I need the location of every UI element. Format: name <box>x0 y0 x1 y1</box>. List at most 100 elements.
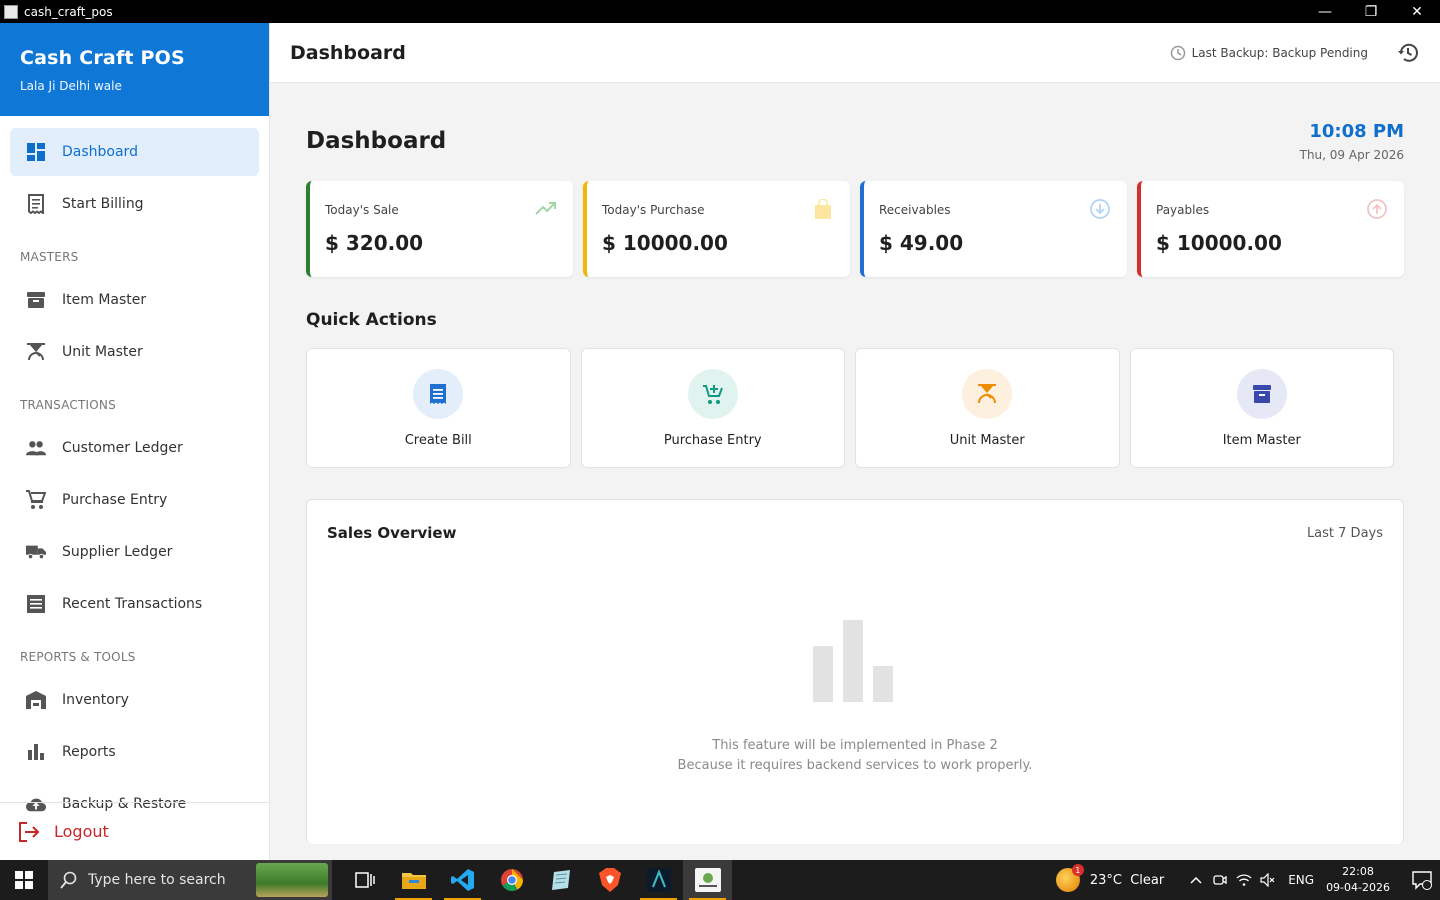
quick-action-create-bill[interactable]: Create Bill <box>306 348 571 468</box>
sales-overview-range: Last 7 Days <box>1306 526 1383 541</box>
taskbar-time: 22:08 <box>1342 865 1374 878</box>
start-button[interactable] <box>0 860 48 900</box>
sidebar-item-reports[interactable]: Reports <box>10 728 259 776</box>
current-date: Thu, 09 Apr 2026 <box>1299 148 1404 162</box>
sidebar-item-dashboard[interactable]: Dashboard <box>10 128 259 176</box>
quick-actions-title: Quick Actions <box>306 310 437 330</box>
weather-icon: 1 <box>1055 864 1084 892</box>
quick-action-unit-master[interactable]: Unit Master <box>855 348 1120 468</box>
sidebar-item-inventory[interactable]: Inventory <box>10 676 259 724</box>
sidebar-item-supplier-ledger[interactable]: Supplier Ledger <box>10 528 259 576</box>
quick-action-label: Item Master <box>1222 433 1301 448</box>
history-icon[interactable] <box>1396 41 1420 65</box>
logout-icon <box>18 821 40 843</box>
sidebar-item-label: Inventory <box>62 692 129 708</box>
sidebar-item-recent-transactions[interactable]: Recent Transactions <box>10 580 259 628</box>
sidebar-item-label: Recent Transactions <box>62 596 203 612</box>
sidebar-item-customer-ledger[interactable]: Customer Ledger <box>10 424 259 472</box>
stat-label: Today's Purchase <box>602 203 705 217</box>
restore-button[interactable]: ❐ <box>1348 0 1394 23</box>
dashboard-title: Dashboard <box>306 128 447 154</box>
archive-icon <box>26 290 46 310</box>
meet-now-icon[interactable] <box>1208 860 1232 900</box>
chevron-up-icon[interactable] <box>1184 860 1208 900</box>
receipt-icon <box>413 369 464 419</box>
sidebar-item-unit-master[interactable]: Unit Master <box>10 328 259 376</box>
bar-chart-placeholder-icon <box>813 620 897 706</box>
quick-action-purchase-entry[interactable]: Purchase Entry <box>580 348 845 468</box>
stat-value: $ 320.00 <box>325 231 424 255</box>
list-icon <box>26 594 46 614</box>
arrow-down-circle-icon <box>1089 198 1111 220</box>
sidebar-item-item-master[interactable]: Item Master <box>10 276 259 324</box>
search-highlight-image <box>256 863 328 897</box>
add-cart-icon <box>687 369 738 419</box>
placeholder-message: This feature will be implemented in Phas… <box>678 736 1033 776</box>
stat-label: Receivables <box>879 203 951 217</box>
quick-action-label: Unit Master <box>949 433 1025 448</box>
main-content: Dashboard 10:08 PM Thu, 09 Apr 2026 Toda… <box>306 83 1404 860</box>
sidebar-section-title: TRANSACTIONS <box>20 398 116 412</box>
bar-chart-icon <box>26 742 46 762</box>
chrome-icon[interactable] <box>487 860 536 900</box>
sidebar-item-label: Item Master <box>62 292 147 308</box>
stat-card-todays-purchase: Today's Purchase $ 10000.00 <box>583 181 850 277</box>
shop-name: Lala Ji Delhi wale <box>20 79 122 93</box>
language-indicator[interactable]: ENG <box>1288 873 1314 887</box>
sidebar-item-label: Purchase Entry <box>62 492 168 508</box>
quick-action-item-master[interactable]: Item Master <box>1129 348 1394 468</box>
stat-label: Today's Sale <box>325 203 399 217</box>
stat-value: $ 10000.00 <box>602 231 728 255</box>
taskbar-apps <box>340 860 732 900</box>
brave-icon[interactable] <box>585 860 634 900</box>
close-button[interactable]: ✕ <box>1394 0 1440 23</box>
backup-status: Last Backup: Backup Pending <box>1170 45 1368 61</box>
sidebar-item-label: Reports <box>62 744 116 760</box>
quick-action-label: Create Bill <box>404 433 472 448</box>
warehouse-icon <box>26 690 46 710</box>
sidebar-section-title: REPORTS & TOOLS <box>20 650 136 664</box>
sidebar-item-start-billing[interactable]: Start Billing <box>10 180 259 228</box>
placeholder-line-1: This feature will be implemented in Phas… <box>712 738 998 753</box>
android-studio-icon[interactable] <box>634 860 683 900</box>
sidebar-item-label: Start Billing <box>62 196 144 212</box>
window-titlebar: cash_craft_pos — ❐ ✕ <box>0 0 1440 23</box>
current-time: 10:08 PM <box>1309 121 1404 142</box>
shopping-bag-icon <box>812 198 834 220</box>
app-name: Cash Craft POS <box>20 47 185 69</box>
weather-badge: 1 <box>1071 864 1084 876</box>
sidebar-item-label: Supplier Ledger <box>62 544 173 560</box>
vscode-icon[interactable] <box>438 860 487 900</box>
scale-icon <box>26 342 46 362</box>
taskbar-clock[interactable]: 22:08 09-04-2026 <box>1326 864 1390 896</box>
sidebar-item-label: Unit Master <box>62 344 143 360</box>
search-icon <box>60 871 78 889</box>
dashboard-heading-row: Dashboard 10:08 PM Thu, 09 Apr 2026 <box>306 121 1404 162</box>
volume-muted-icon[interactable] <box>1256 860 1280 900</box>
logout-button[interactable]: Logout <box>0 802 269 860</box>
clock: 10:08 PM Thu, 09 Apr 2026 <box>1300 121 1404 162</box>
brand-header: Cash Craft POS Lala Ji Delhi wale <box>0 23 269 116</box>
sidebar-nav: Dashboard Start Billing MASTERS Item Mas… <box>0 116 269 828</box>
notes-app-icon[interactable] <box>536 860 585 900</box>
logout-label: Logout <box>54 822 109 841</box>
stat-card-receivables: Receivables $ 49.00 <box>860 181 1127 277</box>
truck-icon <box>26 542 46 562</box>
windows-icon <box>15 871 33 889</box>
weather-widget[interactable]: 1 23°C Clear <box>1055 864 1164 892</box>
sidebar-item-purchase-entry[interactable]: Purchase Entry <box>10 476 259 524</box>
minimize-button[interactable]: — <box>1302 0 1348 23</box>
stat-card-todays-sale: Today's Sale $ 320.00 <box>306 181 573 277</box>
sidebar-section-title: MASTERS <box>20 250 79 264</box>
wifi-icon[interactable] <box>1232 860 1256 900</box>
taskbar: Type here to search 1 23°C Clear ENG 22:… <box>0 860 1440 900</box>
sales-overview-panel: Sales Overview Last 7 Days This feature … <box>306 499 1404 844</box>
sales-overview-title: Sales Overview <box>327 524 457 542</box>
notification-center-icon[interactable] <box>1404 860 1440 900</box>
cash-craft-pos-taskbar-icon[interactable] <box>683 860 732 900</box>
file-explorer-icon[interactable] <box>389 860 438 900</box>
archive-icon <box>1236 369 1287 419</box>
taskbar-search[interactable]: Type here to search <box>48 860 332 900</box>
task-view-icon[interactable] <box>340 860 389 900</box>
quick-action-label: Purchase Entry <box>663 433 762 448</box>
